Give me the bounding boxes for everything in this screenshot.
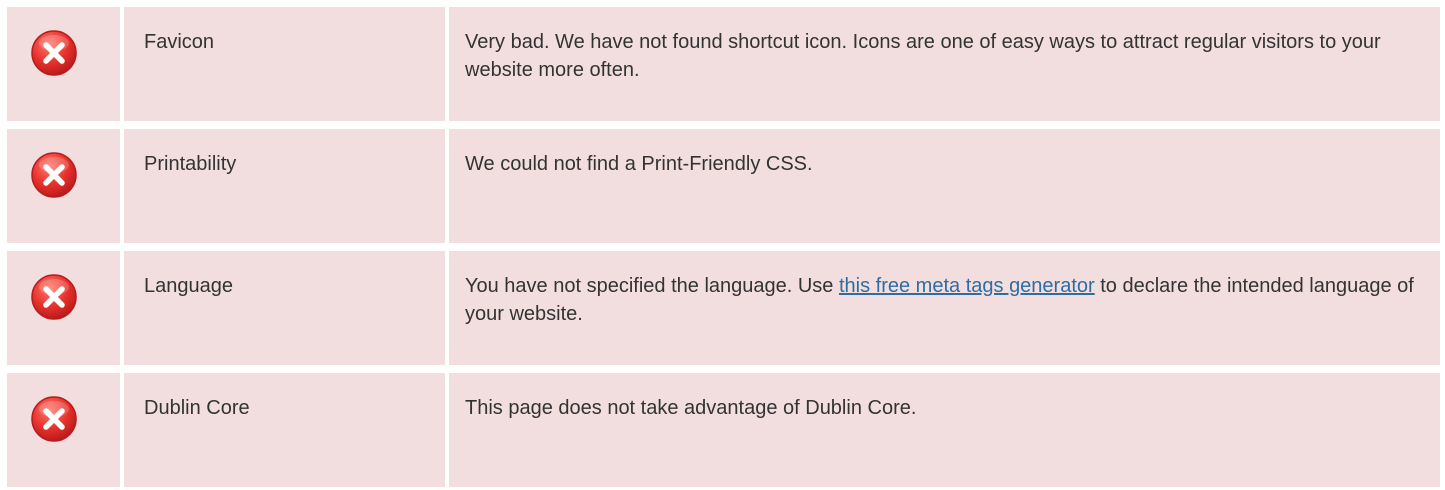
error-x-icon <box>30 151 78 199</box>
check-description-cell: We could not find a Print-Friendly CSS. <box>449 129 1440 243</box>
result-row-language: Language You have not specified the lang… <box>0 251 1440 365</box>
check-description: We could not find a Print-Friendly CSS. <box>465 153 813 175</box>
check-name: Dublin Core <box>144 397 250 419</box>
check-name: Language <box>144 275 233 297</box>
result-row-dublin-core: Dublin Core This page does not take adva… <box>0 373 1440 487</box>
result-row-favicon: Favicon Very bad. We have not found shor… <box>0 7 1440 121</box>
check-description-cell: Very bad. We have not found shortcut ico… <box>449 7 1440 121</box>
check-name-cell: Favicon <box>124 7 445 121</box>
result-row-printability: Printability We could not find a Print-F… <box>0 129 1440 243</box>
check-name-cell: Language <box>124 251 445 365</box>
check-description-cell: This page does not take advantage of Dub… <box>449 373 1440 487</box>
check-name-cell: Printability <box>124 129 445 243</box>
check-description: This page does not take advantage of Dub… <box>465 397 917 419</box>
check-description: Very bad. We have not found shortcut ico… <box>465 31 1381 81</box>
check-name-cell: Dublin Core <box>124 373 445 487</box>
check-description-cell: You have not specified the language. Use… <box>449 251 1440 365</box>
error-x-icon <box>30 29 78 77</box>
meta-tags-generator-link[interactable]: this free meta tags generator <box>839 275 1095 297</box>
status-cell <box>7 129 120 243</box>
status-cell <box>7 373 120 487</box>
description-text-before: You have not specified the language. Use <box>465 275 839 297</box>
check-name: Printability <box>144 153 237 175</box>
status-cell <box>7 7 120 121</box>
error-x-icon <box>30 395 78 443</box>
error-x-icon <box>30 273 78 321</box>
seo-results-table: Favicon Very bad. We have not found shor… <box>0 0 1445 490</box>
status-cell <box>7 251 120 365</box>
check-name: Favicon <box>144 31 215 53</box>
check-description: You have not specified the language. Use… <box>465 272 1425 328</box>
